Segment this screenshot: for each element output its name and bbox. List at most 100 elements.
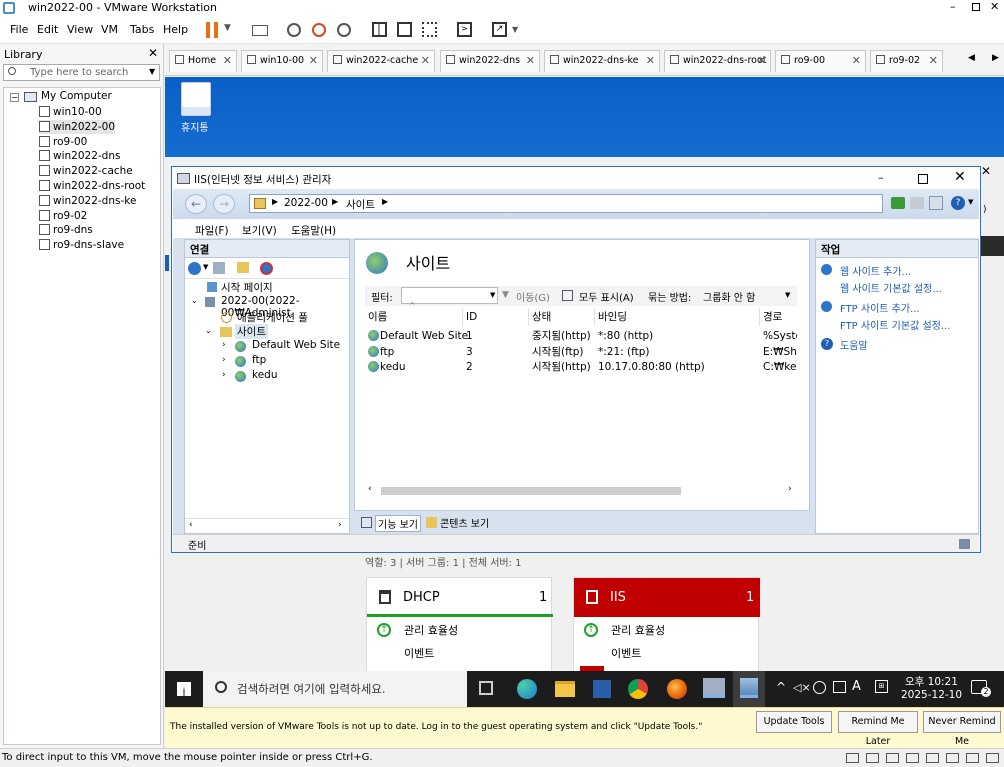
- tab-vm[interactable]: win2022-cache ✕: [327, 50, 435, 72]
- col-path[interactable]: 경로: [760, 308, 797, 326]
- breadcrumb-server[interactable]: 2022-00: [284, 197, 328, 209]
- vm-item[interactable]: ro9-02: [39, 209, 87, 223]
- sites-hscroll[interactable]: ‹ ›: [365, 484, 797, 498]
- tab-vm[interactable]: win2022-dns ✕: [440, 50, 540, 72]
- snapshot-icon[interactable]: [287, 23, 301, 37]
- breadcrumb-sites[interactable]: 사이트: [346, 197, 375, 212]
- apppool-item[interactable]: 애플리케이션 풀: [237, 310, 308, 325]
- up-folder-icon[interactable]: [237, 262, 249, 273]
- showall-button[interactable]: 모두 표시(A): [579, 289, 634, 304]
- tab-close-icon[interactable]: ✕: [852, 51, 861, 71]
- close-button[interactable]: ✕: [990, 0, 999, 13]
- vm-item[interactable]: ro9-dns-slave: [39, 238, 124, 252]
- stop-icon[interactable]: [910, 197, 924, 209]
- dropdown-icon[interactable]: ▼: [224, 23, 231, 33]
- vm-item[interactable]: ro9-00: [39, 135, 87, 149]
- dhcp-item-1[interactable]: 이벤트: [404, 645, 434, 661]
- maximize-button[interactable]: [972, 3, 980, 11]
- collapse-icon[interactable]: −: [10, 93, 19, 102]
- help-dropdown-icon[interactable]: ▼: [968, 198, 973, 206]
- iis-menu-help[interactable]: 도움말(H): [291, 223, 336, 238]
- sites-expand-icon[interactable]: ⌄: [205, 326, 212, 335]
- site-tree-item[interactable]: Default Web Site: [252, 339, 340, 351]
- keyboard-icon[interactable]: ⊞: [875, 680, 888, 693]
- clock-time[interactable]: 오후 10:21: [905, 674, 958, 689]
- site-row[interactable]: kedu 2 시작됨(http) 10.17.0.80:80 (http) C:₩ked…: [365, 360, 797, 375]
- console-icon[interactable]: >: [457, 22, 472, 37]
- search-dropdown-icon[interactable]: ▼: [149, 67, 155, 76]
- stretch-icon[interactable]: ↗: [492, 22, 507, 37]
- menu-help[interactable]: Help: [163, 23, 188, 36]
- taskbar-search-input[interactable]: 검색하려면 여기에 입력하세요.: [237, 681, 386, 697]
- vm-item[interactable]: win10-00: [39, 105, 102, 119]
- vm-item[interactable]: ro9-dns: [39, 223, 93, 237]
- home-icon[interactable]: [929, 196, 943, 210]
- tab-vm[interactable]: ro9-02 ✕: [870, 50, 943, 72]
- connect-globe-icon[interactable]: [188, 262, 201, 275]
- iis-close-button[interactable]: ✕: [954, 169, 966, 185]
- tree-root-label[interactable]: My Computer: [41, 90, 112, 102]
- stretch-dropdown-icon[interactable]: ▼: [512, 25, 518, 34]
- menu-edit[interactable]: Edit: [37, 23, 58, 36]
- action-add-website[interactable]: 웹 사이트 추가...: [840, 263, 911, 278]
- server-expand-icon[interactable]: ⌄: [191, 296, 198, 305]
- display-status-icon[interactable]: [966, 753, 979, 763]
- send-keys-icon[interactable]: [252, 25, 268, 36]
- tab-close-icon[interactable]: ✕: [421, 51, 430, 71]
- connect-dropdown-icon[interactable]: ▼: [203, 263, 208, 271]
- server-manager-close-icon[interactable]: ✕: [981, 164, 991, 178]
- iis-menu-file[interactable]: 파일(F): [195, 223, 229, 238]
- iis-menu-view[interactable]: 보기(V): [242, 223, 277, 238]
- update-tools-button[interactable]: Update Tools: [756, 711, 832, 733]
- group-dropdown-icon[interactable]: ▼: [785, 291, 790, 299]
- save-icon[interactable]: [213, 262, 225, 274]
- sound-icon[interactable]: [946, 753, 959, 763]
- powershell-icon[interactable]: [593, 680, 611, 698]
- remind-later-button[interactable]: Remind Me Later: [838, 711, 918, 747]
- minimize-button[interactable]: –: [950, 0, 956, 13]
- windows-start-icon[interactable]: [177, 682, 191, 696]
- volume-icon[interactable]: ◁×: [793, 681, 811, 694]
- vm-item[interactable]: win2022-00: [39, 119, 116, 134]
- iis-maximize-button[interactable]: [918, 174, 928, 184]
- tab-close-icon[interactable]: ✕: [929, 51, 938, 71]
- snapshot-manager-icon[interactable]: [337, 23, 351, 37]
- taskbar-search[interactable]: 검색하려면 여기에 입력하세요.: [203, 671, 467, 707]
- firefox-icon[interactable]: [667, 679, 687, 699]
- menu-view[interactable]: View: [67, 23, 93, 36]
- clock-date[interactable]: 2025-12-10: [901, 689, 962, 701]
- action-help[interactable]: 도움말: [840, 337, 868, 352]
- hdd-icon[interactable]: [846, 753, 859, 763]
- expand-icon[interactable]: ›: [222, 355, 226, 365]
- connect-icon[interactable]: [891, 197, 905, 209]
- tab-scroll-right-icon[interactable]: ▶: [992, 53, 999, 63]
- forward-icon[interactable]: →: [213, 194, 235, 214]
- tab-close-icon[interactable]: ✕: [309, 51, 318, 71]
- col-status[interactable]: 상태: [529, 308, 595, 326]
- iis-address-bar[interactable]: ▶ 2022-00 ▶ 사이트 ▶: [249, 194, 883, 213]
- help-icon[interactable]: ?: [951, 196, 965, 210]
- group-select[interactable]: 그룹화 안 함: [703, 289, 755, 304]
- site-row[interactable]: Default Web Site 1 중지됨(http) *:80 (http) %Sy…: [365, 329, 797, 344]
- network-tray-icon[interactable]: [813, 681, 826, 694]
- feature-view-tab[interactable]: 기능 보기: [375, 515, 421, 532]
- nic-icon[interactable]: [906, 753, 919, 763]
- tab-home[interactable]: Home ✕: [169, 50, 237, 72]
- menu-file[interactable]: File: [10, 23, 28, 36]
- action-website-defaults[interactable]: 웹 사이트 기본값 설정...: [840, 280, 942, 295]
- vm-status-icon[interactable]: [986, 753, 999, 763]
- vm-item[interactable]: win2022-dns-root: [39, 179, 145, 193]
- tab-close-icon[interactable]: ✕: [646, 51, 655, 71]
- usb-icon[interactable]: [926, 753, 939, 763]
- edge-icon[interactable]: [517, 679, 537, 699]
- expand-icon[interactable]: ›: [222, 370, 226, 380]
- menu-vm[interactable]: VM: [101, 23, 118, 36]
- chrome-icon[interactable]: [628, 679, 648, 699]
- explorer-icon[interactable]: [555, 681, 575, 697]
- action-ftp-defaults[interactable]: FTP 사이트 기본값 설정...: [840, 317, 950, 332]
- tab-vm[interactable]: win2022-dns-root ✕: [664, 50, 771, 72]
- cdrom-icon[interactable]: [886, 753, 899, 763]
- iis-item-0[interactable]: 관리 효율성: [611, 622, 665, 638]
- tray-chevron-icon[interactable]: ^: [776, 680, 786, 694]
- library-search-input[interactable]: Type here to search: [30, 67, 128, 78]
